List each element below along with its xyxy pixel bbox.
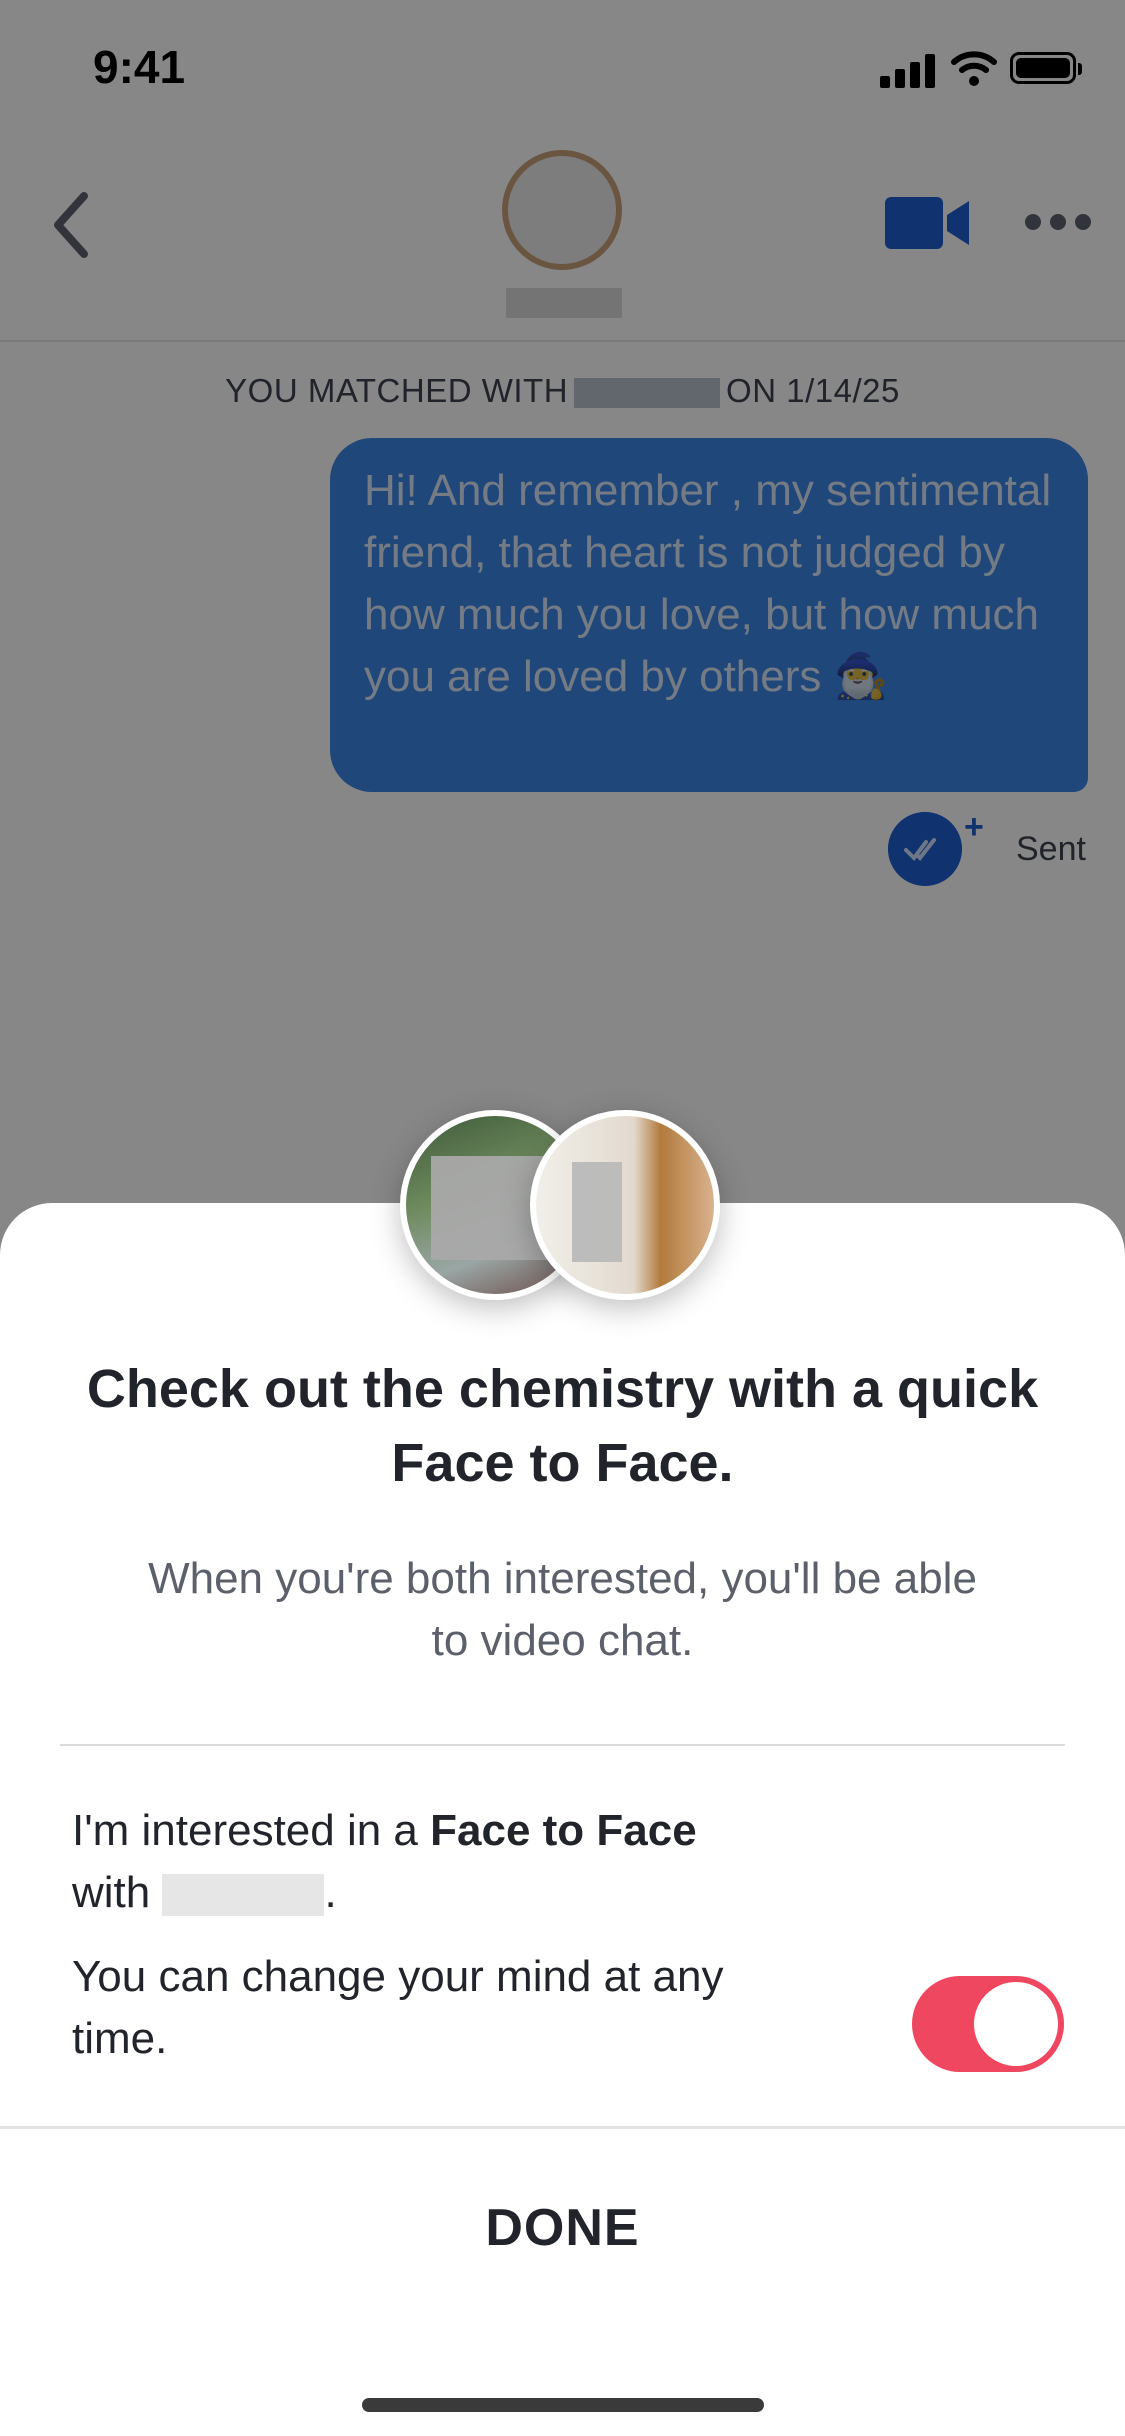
face-to-face-toggle[interactable] [912,1976,1064,2072]
change-note: You can change your mind at any time. [72,1952,724,2063]
profile-photos [400,1110,730,1310]
interest-statement: I'm interested in a Face to Face with . [72,1800,712,1924]
interest-with: with [72,1868,151,1917]
match-photo [530,1110,720,1300]
interest-end: . [324,1868,337,1917]
interest-name-redacted [162,1874,325,1917]
divider [0,2126,1125,2129]
sheet-title: Check out the chemistry with a quick Fac… [86,1359,1039,1493]
toggle-knob [974,1982,1058,2066]
interest-bold: Face to Face [430,1806,697,1855]
home-indicator[interactable] [362,2398,764,2412]
done-button[interactable]: DONE [0,2198,1125,2258]
sheet-subtitle: When you're both interested, you'll be a… [148,1554,977,1665]
interest-prefix: I'm interested in a [72,1806,418,1855]
divider [60,1744,1065,1746]
